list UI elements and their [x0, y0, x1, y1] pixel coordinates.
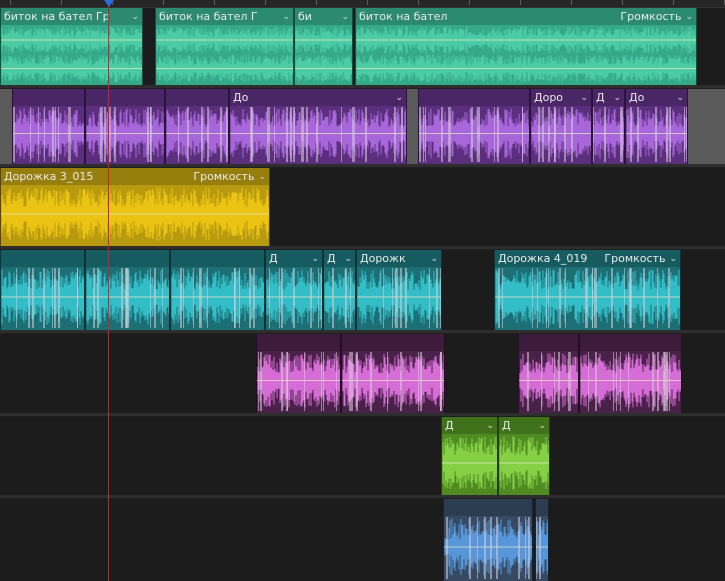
clip-name: биток на бател Г — [159, 10, 258, 23]
chevron-down-icon[interactable]: ⌄ — [282, 12, 290, 22]
clip-t5-3[interactable] — [518, 334, 579, 413]
chevron-down-icon[interactable]: ⌄ — [131, 12, 139, 22]
ruler-tick — [673, 0, 674, 5]
clip-t4-1[interactable] — [0, 250, 85, 330]
clip-t2-4[interactable]: До ⌄ — [229, 89, 407, 164]
clip-t1-1[interactable]: битoк на бател Гр ⌄ — [0, 8, 143, 85]
clip-t4-4[interactable]: Д ⌄ — [265, 250, 323, 330]
clip-t2-5[interactable] — [418, 89, 530, 164]
clip-t2-1[interactable] — [12, 89, 85, 164]
ruler-tick — [469, 0, 470, 5]
volume-label: Громкость — [620, 10, 682, 23]
clip-t2-8[interactable]: Д ⌄ — [592, 89, 625, 164]
volume-label: Громкость — [604, 252, 666, 265]
clip-name: Д — [445, 419, 454, 432]
playhead[interactable] — [108, 0, 109, 581]
clip-t7-2[interactable] — [535, 499, 549, 581]
ruler-tick — [214, 0, 215, 5]
clip-name: Д — [502, 419, 511, 432]
clip-name: До — [629, 91, 645, 104]
clip-t3-1[interactable]: Дорожка 3_015 Громкость ⌄ — [0, 168, 270, 246]
clip-t4-7[interactable]: Дорожка 4_019 Громкость ⌄ — [494, 250, 681, 330]
chevron-down-icon[interactable]: ⌄ — [538, 421, 546, 431]
clip-t5-2[interactable] — [341, 334, 445, 413]
clip-name: Дорожка 3_015 — [4, 170, 94, 183]
ruler-tick — [418, 0, 419, 5]
clip-t2-7[interactable]: Доро ⌄ — [530, 89, 592, 164]
chevron-down-icon[interactable]: ⌄ — [669, 254, 677, 264]
clip-name: Доро — [534, 91, 564, 104]
clip-t1-2[interactable]: биток на бател Г ⌄ — [155, 8, 294, 85]
clip-t1-4[interactable]: биток на бател Громкость ⌄ — [355, 8, 697, 85]
clip-name: До — [233, 91, 249, 104]
chevron-down-icon[interactable]: ⌄ — [341, 12, 349, 22]
chevron-down-icon[interactable]: ⌄ — [395, 93, 403, 103]
clip-t5-1[interactable] — [256, 334, 341, 413]
ruler-tick — [10, 0, 11, 5]
clip-t7-1[interactable] — [443, 499, 533, 581]
clip-name: Д — [596, 91, 605, 104]
clip-t2-9[interactable]: До ⌄ — [625, 89, 688, 164]
ruler-tick — [367, 0, 368, 5]
clip-t5-4[interactable] — [579, 334, 682, 413]
clip-t4-5[interactable]: Д ⌄ — [323, 250, 356, 330]
clip-t4-2[interactable] — [85, 250, 170, 330]
clip-gap-handle — [688, 89, 725, 164]
clip-name: Д — [327, 252, 336, 265]
chevron-down-icon[interactable]: ⌄ — [344, 254, 352, 264]
playhead-handle[interactable] — [104, 0, 114, 7]
clip-name: Дорожка 4_019 — [498, 252, 588, 265]
clip-name: биток на бател — [359, 10, 448, 23]
multitrack-timeline[interactable]: битoк на бател Гр ⌄ биток на бател Г ⌄ би ⌄… — [0, 0, 725, 581]
clip-t6-1[interactable]: Д ⌄ — [441, 417, 498, 495]
ruler-tick — [316, 0, 317, 5]
clip-t4-6[interactable]: Дорожк ⌄ — [356, 250, 442, 330]
clip-t4-3[interactable] — [170, 250, 265, 330]
chevron-down-icon[interactable]: ⌄ — [486, 421, 494, 431]
ruler-tick — [571, 0, 572, 5]
clip-t1-3[interactable]: би ⌄ — [294, 8, 353, 85]
chevron-down-icon[interactable]: ⌄ — [685, 12, 693, 22]
clip-t2-2[interactable] — [85, 89, 165, 164]
chevron-down-icon[interactable]: ⌄ — [676, 93, 684, 103]
ruler-tick — [265, 0, 266, 5]
clip-t6-2[interactable]: Д ⌄ — [498, 417, 550, 495]
ruler-tick — [61, 0, 62, 5]
volume-label: Громкость — [193, 170, 255, 183]
clip-name: Д — [269, 252, 278, 265]
chevron-down-icon[interactable]: ⌄ — [613, 93, 621, 103]
chevron-down-icon[interactable]: ⌄ — [311, 254, 319, 264]
chevron-down-icon[interactable]: ⌄ — [258, 172, 266, 182]
clip-name: би — [298, 10, 312, 23]
ruler-tick — [520, 0, 521, 5]
chevron-down-icon[interactable]: ⌄ — [580, 93, 588, 103]
clip-t2-3[interactable] — [165, 89, 229, 164]
clip-gap-handle — [0, 89, 12, 164]
clip-name: Дорожк — [360, 252, 406, 265]
ruler-tick — [163, 0, 164, 5]
chevron-down-icon[interactable]: ⌄ — [430, 254, 438, 264]
clip-gap-handle — [407, 89, 418, 164]
ruler-tick — [622, 0, 623, 5]
